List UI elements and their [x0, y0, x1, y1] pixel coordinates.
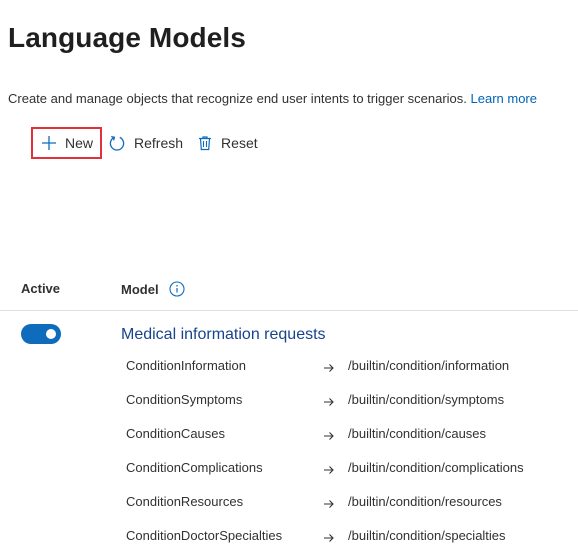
toggle-knob: [46, 329, 56, 339]
intent-row: ConditionCauses /builtin/condition/cause…: [0, 426, 578, 446]
arrow-right-icon: [323, 361, 335, 376]
intent-name: ConditionSymptoms: [126, 392, 243, 407]
model-name-link[interactable]: Medical information requests: [121, 326, 326, 344]
arrow-right-icon: [323, 395, 335, 410]
intent-path: /builtin/condition/complications: [348, 460, 524, 475]
intent-name: ConditionInformation: [126, 358, 246, 373]
reset-button-label: Reset: [221, 135, 258, 151]
intent-path: /builtin/condition/resources: [348, 494, 502, 509]
plus-icon: [41, 135, 57, 151]
refresh-button-label: Refresh: [134, 135, 184, 151]
page-description: Create and manage objects that recognize…: [8, 91, 537, 106]
intent-row: ConditionInformation /builtin/condition/…: [0, 358, 578, 378]
intent-name: ConditionResources: [126, 494, 244, 509]
column-header-model-label: Model: [121, 281, 159, 297]
reset-button[interactable]: Reset: [197, 128, 258, 158]
toolbar: New Refresh Reset: [31, 127, 258, 159]
refresh-icon: [108, 134, 126, 152]
intent-path: /builtin/condition/causes: [348, 426, 487, 441]
column-header-model: Model: [121, 281, 185, 297]
column-header-active: Active: [21, 281, 61, 296]
new-button[interactable]: New: [31, 127, 103, 159]
intent-row: ConditionComplications /builtin/conditio…: [0, 460, 578, 480]
trash-icon: [197, 135, 213, 151]
intent-path: /builtin/condition/symptoms: [348, 392, 505, 407]
intent-row: ConditionResources /builtin/condition/re…: [0, 494, 578, 514]
intent-path: /builtin/condition/information: [348, 358, 510, 373]
info-icon[interactable]: [169, 281, 185, 297]
intent-name: ConditionCauses: [126, 426, 226, 441]
intent-row: ConditionSymptoms /builtin/condition/sym…: [0, 392, 578, 412]
active-toggle[interactable]: [21, 324, 61, 344]
learn-more-link[interactable]: Learn more: [471, 91, 537, 106]
arrow-right-icon: [323, 531, 335, 546]
arrow-right-icon: [323, 429, 335, 444]
intent-name: ConditionComplications: [126, 460, 263, 475]
intent-name: ConditionDoctorSpecialties: [126, 528, 283, 543]
refresh-button[interactable]: Refresh: [108, 128, 183, 158]
page-title: Language Models: [8, 22, 246, 53]
description-text: Create and manage objects that recognize…: [8, 91, 467, 106]
intent-path: /builtin/condition/specialties: [348, 528, 506, 543]
new-button-label: New: [65, 135, 94, 151]
intent-row: ConditionDoctorSpecialties /builtin/cond…: [0, 528, 578, 548]
arrow-right-icon: [323, 463, 335, 478]
arrow-right-icon: [323, 497, 335, 512]
table-header: Active Model: [0, 272, 578, 311]
